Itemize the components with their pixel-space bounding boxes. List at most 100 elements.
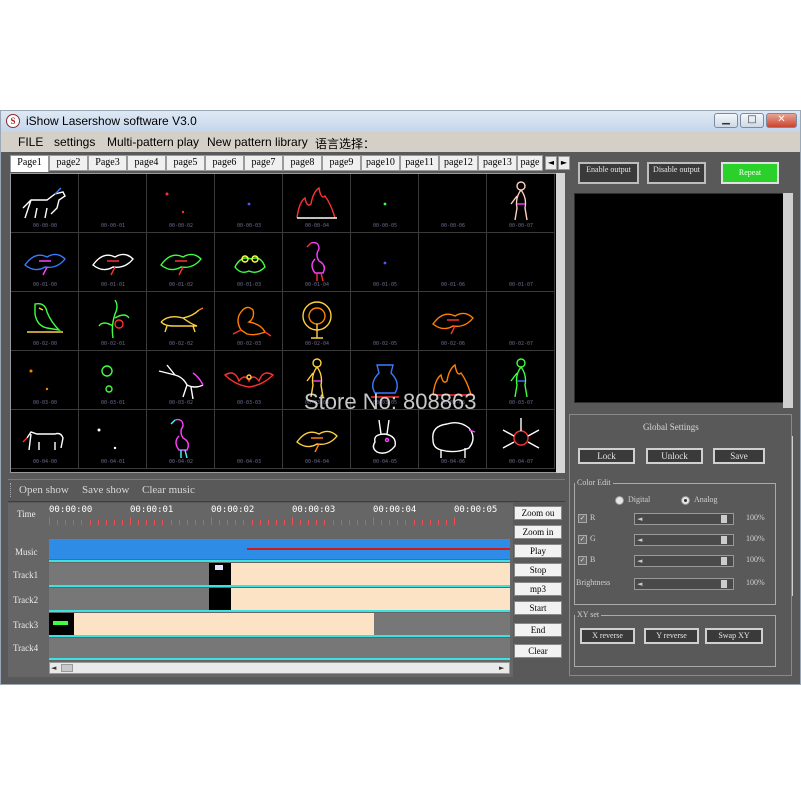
y-reverse-button[interactable]: Y reverse	[644, 628, 699, 644]
tab-page1[interactable]: Page1	[10, 155, 49, 172]
tab-page2[interactable]: page2	[49, 155, 88, 171]
x-reverse-button[interactable]: X reverse	[580, 628, 635, 644]
scroll-left-icon[interactable]: ◄	[51, 663, 56, 673]
pattern-cell[interactable]: 00-00-07	[487, 174, 555, 233]
pattern-cell[interactable]: 00-00-01	[79, 174, 147, 233]
pattern-cell[interactable]: 00-01-05	[351, 233, 419, 292]
swap-xy-button[interactable]: Swap XY	[705, 628, 763, 644]
track3-lane[interactable]	[49, 613, 510, 635]
channel-r-slider[interactable]: ◄	[634, 513, 734, 525]
pattern-cell[interactable]: 00-03-03	[215, 351, 283, 410]
menu-multi-pattern-play[interactable]: Multi-pattern play	[107, 135, 199, 149]
slider-thumb[interactable]	[721, 557, 727, 565]
tab-page4[interactable]: page4	[127, 155, 166, 171]
pattern-cell[interactable]: 00-02-04	[283, 292, 351, 351]
channel-b-slider[interactable]: ◄	[634, 555, 734, 567]
tab-page11[interactable]: page11	[400, 155, 439, 171]
start-button[interactable]: Start	[514, 601, 562, 615]
pattern-cell[interactable]: 00-01-06	[419, 233, 487, 292]
slider-thumb[interactable]	[721, 536, 727, 544]
track4-lane[interactable]	[49, 638, 510, 658]
pattern-cell[interactable]: 00-01-02	[147, 233, 215, 292]
track2-pattern-thumb[interactable]	[209, 588, 231, 610]
music-waveform-track[interactable]	[49, 539, 510, 559]
brightness-slider[interactable]: ◄	[634, 578, 734, 590]
tab-page12[interactable]: page12	[439, 155, 478, 171]
pattern-cell[interactable]: 00-00-04	[283, 174, 351, 233]
minimize-button[interactable]: ▁	[714, 113, 738, 128]
channel-g-slider[interactable]: ◄	[634, 534, 734, 546]
pattern-cell[interactable]: 00-04-03	[215, 410, 283, 469]
pattern-grid-scrollbar[interactable]	[556, 173, 565, 473]
track2-clip[interactable]	[231, 588, 510, 610]
timeline-horizontal-scrollbar[interactable]: ◄ ►	[49, 662, 510, 674]
pattern-cell[interactable]: 00-00-00	[11, 174, 79, 233]
time-ruler[interactable]: 00:00:00 00:00:01 00:00:02 00:00:03 00:0…	[49, 503, 510, 525]
pattern-cell[interactable]: 00-03-00	[11, 351, 79, 410]
clear-button[interactable]: Clear	[514, 644, 562, 658]
slider-left-icon[interactable]: ◄	[637, 579, 642, 589]
pattern-cell[interactable]: 00-04-04	[283, 410, 351, 469]
tab-page9[interactable]: page9	[322, 155, 361, 171]
slider-left-icon[interactable]: ◄	[637, 535, 642, 545]
channel-g-checkbox[interactable]: ✓	[578, 535, 587, 544]
tab-page8[interactable]: page8	[283, 155, 322, 171]
pattern-cell[interactable]: 00-03-01	[79, 351, 147, 410]
channel-r-checkbox[interactable]: ✓	[578, 514, 587, 523]
close-button[interactable]: ✕	[766, 113, 797, 128]
pattern-cell[interactable]: 00-04-07	[487, 410, 555, 469]
pattern-cell[interactable]: 00-00-02	[147, 174, 215, 233]
channel-b-checkbox[interactable]: ✓	[578, 556, 587, 565]
play-button[interactable]: Play	[514, 544, 562, 558]
open-show-button[interactable]: Open show	[19, 484, 69, 496]
clear-music-button[interactable]: Clear music	[142, 484, 195, 496]
tab-page3[interactable]: Page3	[88, 155, 127, 171]
zoom-out-button[interactable]: Zoom ou	[514, 506, 562, 520]
tab-page13[interactable]: page13	[478, 155, 517, 171]
pattern-cell[interactable]: 00-04-00	[11, 410, 79, 469]
stop-button[interactable]: Stop	[514, 563, 562, 577]
track1-clip[interactable]	[231, 563, 510, 585]
pattern-cell[interactable]: 00-03-07	[487, 351, 555, 410]
pattern-cell[interactable]: 00-01-04	[283, 233, 351, 292]
repeat-button[interactable]: Repeat	[721, 162, 779, 184]
enable-output-button[interactable]: Enable output	[578, 162, 639, 184]
pattern-cell[interactable]: 00-01-03	[215, 233, 283, 292]
tab-page10[interactable]: page10	[361, 155, 400, 171]
pattern-cell[interactable]: 00-02-03	[215, 292, 283, 351]
pattern-cell[interactable]: 00-03-02	[147, 351, 215, 410]
slider-thumb[interactable]	[721, 515, 727, 523]
disable-output-button[interactable]: Disable output	[647, 162, 706, 184]
tab-page5[interactable]: page5	[166, 155, 205, 171]
menu-new-pattern-library[interactable]: New pattern library	[207, 135, 308, 149]
pattern-cell[interactable]: 00-00-06	[419, 174, 487, 233]
track1-lane[interactable]	[49, 563, 510, 585]
slider-thumb[interactable]	[721, 580, 727, 588]
track3-pattern-thumb[interactable]	[49, 613, 74, 635]
pattern-cell[interactable]: 00-02-07	[487, 292, 555, 351]
menu-language[interactable]: 语言选择：	[315, 135, 375, 152]
tab-scroll-left-icon[interactable]: ◄	[545, 156, 557, 170]
pattern-cell[interactable]: 00-04-05	[351, 410, 419, 469]
tab-page7[interactable]: page7	[244, 155, 283, 171]
right-panel-scrollbar[interactable]: ▲	[783, 193, 793, 441]
pattern-cell[interactable]: 00-04-01	[79, 410, 147, 469]
pattern-cell[interactable]: 00-00-03	[215, 174, 283, 233]
pattern-cell[interactable]: 00-01-01	[79, 233, 147, 292]
pattern-cell[interactable]: 00-02-01	[79, 292, 147, 351]
pattern-cell[interactable]: 00-02-05	[351, 292, 419, 351]
pattern-cell[interactable]: 00-01-00	[11, 233, 79, 292]
tab-scroll-right-icon[interactable]: ►	[558, 156, 570, 170]
slider-left-icon[interactable]: ◄	[637, 556, 642, 566]
pattern-cell[interactable]: 00-00-05	[351, 174, 419, 233]
menu-file[interactable]: FILE	[18, 135, 43, 149]
slider-left-icon[interactable]: ◄	[637, 514, 642, 524]
track2-lane[interactable]	[49, 588, 510, 610]
menu-settings[interactable]: settings	[54, 135, 95, 149]
save-show-button[interactable]: Save show	[82, 484, 129, 496]
end-button[interactable]: End	[514, 623, 562, 637]
zoom-in-button[interactable]: Zoom in	[514, 525, 562, 539]
pattern-cell[interactable]: 00-02-00	[11, 292, 79, 351]
pattern-cell[interactable]: 00-02-06	[419, 292, 487, 351]
tab-page6[interactable]: page6	[205, 155, 244, 171]
